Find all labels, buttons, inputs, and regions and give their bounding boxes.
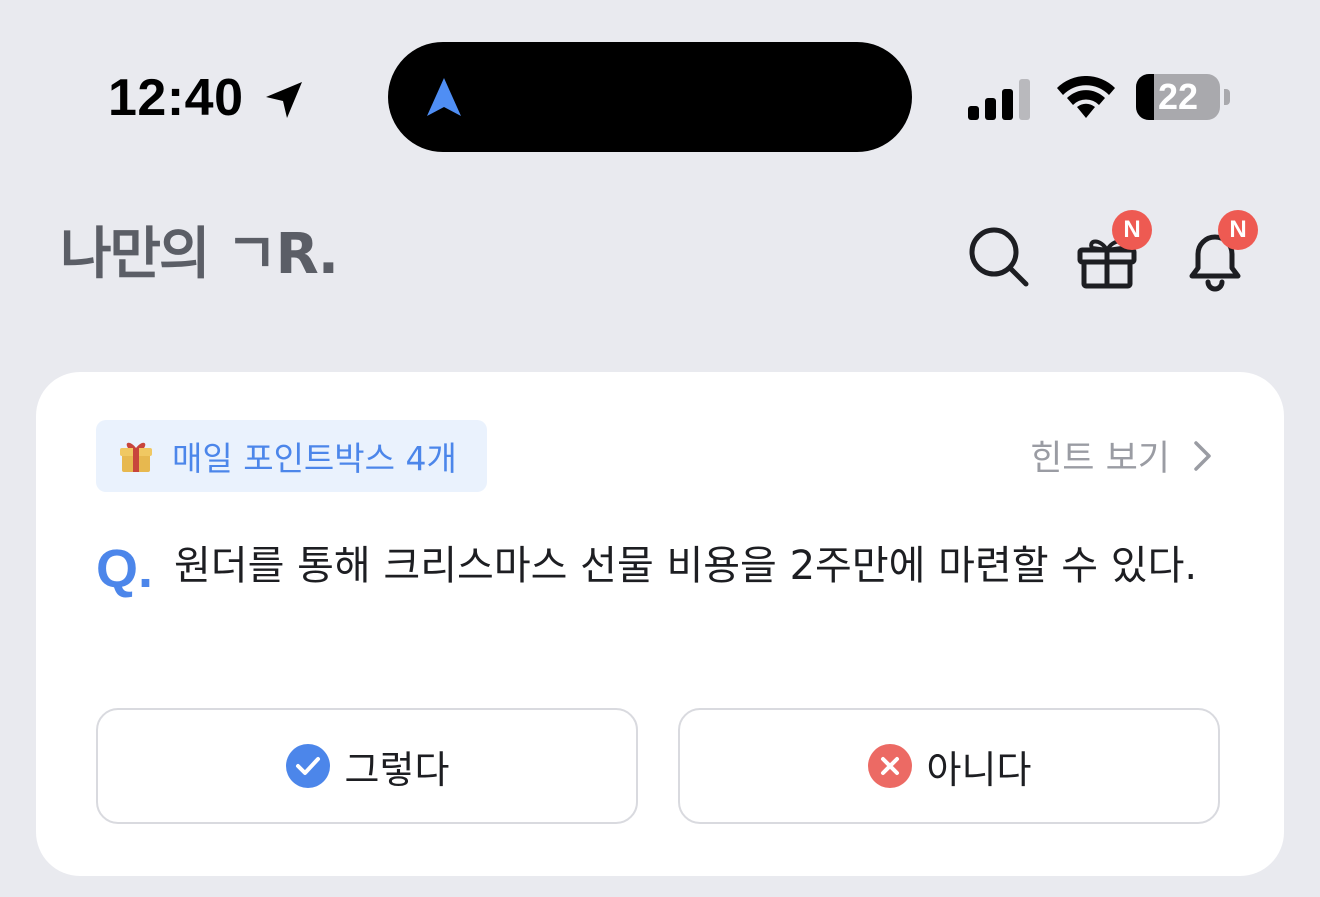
search-icon	[969, 227, 1029, 287]
yes-button[interactable]: 그렇다	[96, 708, 638, 824]
x-circle-icon	[867, 744, 912, 788]
wifi-icon	[1057, 76, 1115, 118]
cellular-signal-icon	[968, 79, 1030, 120]
hint-link[interactable]: 힌트 보기	[1030, 430, 1214, 481]
dynamic-island	[388, 42, 912, 152]
gift-badge: N	[1112, 210, 1152, 250]
gift-emoji-icon	[120, 442, 152, 472]
navigation-icon	[427, 78, 461, 116]
hint-label: 힌트 보기	[1030, 439, 1170, 479]
question-text: 원더를 통해 크리스마스 선물 비용을 2주만에 마련할 수 있다.	[174, 543, 1198, 589]
notification-button[interactable]: N	[1178, 210, 1258, 294]
battery-tip	[1224, 89, 1230, 105]
question-prefix: Q.	[96, 539, 154, 599]
battery-indicator: 22	[1136, 74, 1220, 120]
notification-badge: N	[1218, 210, 1258, 250]
chevron-right-icon	[1194, 440, 1211, 471]
status-bar: 12:40 22	[0, 0, 1320, 160]
check-circle-icon	[285, 744, 330, 788]
location-arrow-icon	[266, 82, 302, 118]
no-label: 아니다	[926, 747, 1032, 792]
status-time: 12:40	[108, 69, 244, 127]
app-logo[interactable]: 나만의 ㄱR.	[60, 220, 339, 290]
quiz-card: 매일 포인트박스 4개 힌트 보기 Q. 원더를 통해 크리스마스 선물 비용을…	[36, 372, 1284, 876]
yes-label: 그렇다	[344, 747, 450, 792]
app-header: 나만의 ㄱR. N N	[0, 190, 1320, 330]
point-box-chip: 매일 포인트박스 4개	[96, 420, 487, 492]
no-button[interactable]: 아니다	[678, 708, 1220, 824]
search-button[interactable]	[962, 220, 1036, 294]
gift-button[interactable]: N	[1070, 210, 1152, 294]
point-box-label: 매일 포인트박스 4개	[172, 439, 457, 478]
battery-level: 22	[1157, 76, 1199, 117]
